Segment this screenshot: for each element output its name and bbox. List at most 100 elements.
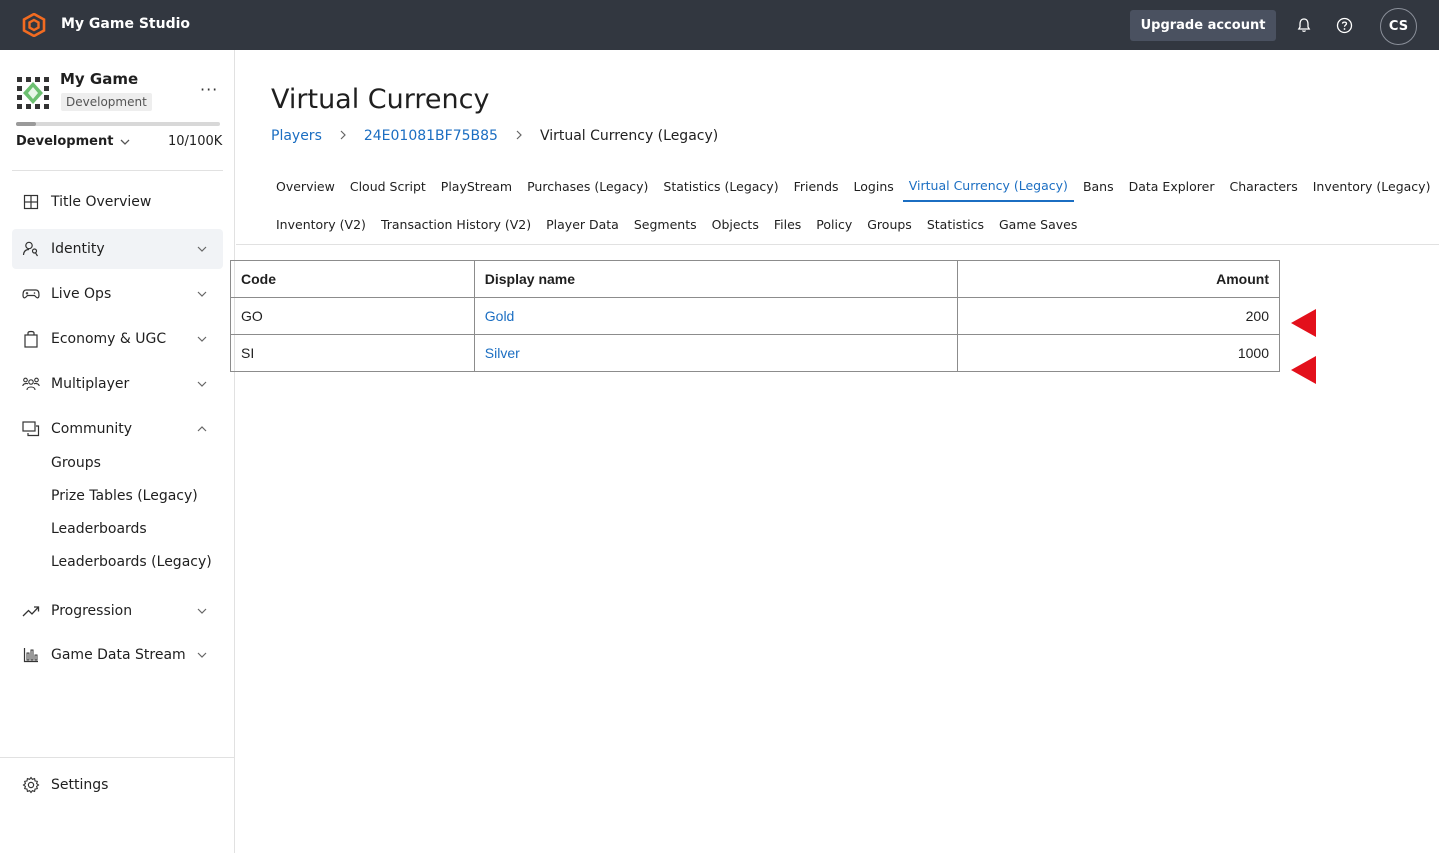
breadcrumb-players-link[interactable]: Players bbox=[271, 128, 322, 144]
sidebar-item-label: Title Overview bbox=[51, 194, 152, 210]
tab-inventory-v2[interactable]: Inventory (V2) bbox=[270, 208, 372, 240]
player-tabs-row-1: Overview Cloud Script PlayStream Purchas… bbox=[270, 170, 1439, 202]
sidebar-item-progression[interactable]: Progression bbox=[12, 591, 223, 631]
tab-overview[interactable]: Overview bbox=[270, 170, 341, 202]
sidebar-item-label: Settings bbox=[51, 777, 109, 793]
sidebar-item-community[interactable]: Community bbox=[12, 409, 223, 449]
currency-name-link[interactable]: Silver bbox=[485, 345, 520, 361]
usage-progress-fill bbox=[16, 122, 37, 126]
gear-icon bbox=[22, 776, 40, 794]
tab-player-data[interactable]: Player Data bbox=[540, 208, 625, 240]
table-header-row: Code Display name Amount bbox=[230, 260, 1280, 298]
table-row: GO Gold 200 bbox=[230, 297, 1280, 335]
breadcrumb: Players 24E01081BF75B85 Virtual Currency… bbox=[271, 128, 718, 144]
sidebar-item-label: Economy & UGC bbox=[51, 331, 167, 347]
sidebar-item-identity[interactable]: Identity bbox=[12, 229, 223, 269]
sidebar: My Game Development ··· Development 10/1… bbox=[0, 50, 235, 853]
upgrade-account-button[interactable]: Upgrade account bbox=[1130, 10, 1276, 41]
tab-cloud-script[interactable]: Cloud Script bbox=[344, 170, 432, 202]
shopping-bag-icon bbox=[22, 330, 40, 348]
currency-name-link[interactable]: Gold bbox=[485, 308, 515, 324]
tab-segments[interactable]: Segments bbox=[628, 208, 703, 240]
person-key-icon bbox=[22, 240, 40, 258]
tab-game-saves[interactable]: Game Saves bbox=[993, 208, 1083, 240]
sidebar-item-label: Game Data Stream bbox=[51, 647, 186, 663]
environment-select[interactable]: Development bbox=[16, 134, 131, 149]
annotation-arrow-marker bbox=[1291, 356, 1316, 384]
virtual-currency-table: Code Display name Amount GO Gold 200 SI … bbox=[230, 260, 1280, 372]
sidebar-subitem-groups[interactable]: Groups bbox=[51, 455, 101, 471]
column-header-amount: Amount bbox=[957, 260, 1280, 298]
sidebar-item-multiplayer[interactable]: Multiplayer bbox=[12, 364, 223, 404]
sidebar-subitem-leaderboards[interactable]: Leaderboards bbox=[51, 521, 147, 537]
sidebar-item-label: Progression bbox=[51, 603, 133, 619]
people-icon bbox=[22, 375, 40, 393]
tab-inventory-legacy[interactable]: Inventory (Legacy) bbox=[1307, 170, 1437, 202]
tab-data-explorer[interactable]: Data Explorer bbox=[1123, 170, 1221, 202]
tab-virtual-currency-legacy[interactable]: Virtual Currency (Legacy) bbox=[902, 170, 1074, 202]
sidebar-item-game-data-stream[interactable]: Game Data Stream bbox=[12, 635, 223, 675]
chevron-down-icon bbox=[120, 139, 130, 145]
environment-badge: Development bbox=[61, 93, 152, 111]
tab-policy[interactable]: Policy bbox=[810, 208, 858, 240]
tab-transaction-history-v2[interactable]: Transaction History (V2) bbox=[375, 208, 537, 240]
chevron-down-icon bbox=[196, 605, 208, 617]
trend-up-icon bbox=[22, 602, 40, 620]
usage-progress-bar bbox=[16, 122, 220, 126]
top-bar: My Game Studio Upgrade account CS bbox=[0, 0, 1439, 50]
chevron-up-icon bbox=[196, 423, 208, 435]
environment-select-label: Development bbox=[16, 134, 114, 149]
player-tabs-row-2: Inventory (V2) Transaction History (V2) … bbox=[270, 208, 1086, 240]
sidebar-item-label: Community bbox=[51, 421, 133, 437]
studio-name[interactable]: My Game Studio bbox=[61, 16, 190, 32]
bell-icon[interactable] bbox=[1294, 15, 1314, 35]
sidebar-subitem-leaderboards-legacy[interactable]: Leaderboards (Legacy) bbox=[51, 554, 212, 570]
sidebar-item-settings[interactable]: Settings bbox=[12, 765, 223, 805]
tab-files[interactable]: Files bbox=[768, 208, 807, 240]
tab-statistics[interactable]: Statistics bbox=[921, 208, 990, 240]
sidebar-item-label: Identity bbox=[51, 241, 105, 257]
user-avatar[interactable]: CS bbox=[1380, 8, 1417, 45]
tab-objects[interactable]: Objects bbox=[706, 208, 765, 240]
chevron-right-icon bbox=[338, 129, 348, 143]
help-icon[interactable] bbox=[1334, 15, 1354, 35]
chat-screen-icon bbox=[22, 420, 40, 438]
table-row: SI Silver 1000 bbox=[230, 334, 1280, 372]
tab-friends[interactable]: Friends bbox=[788, 170, 845, 202]
chevron-down-icon bbox=[196, 243, 208, 255]
gamepad-icon bbox=[22, 285, 40, 303]
currency-name-cell: Silver bbox=[473, 334, 959, 372]
usage-count: 10/100K bbox=[168, 134, 223, 149]
playfab-logo-icon[interactable] bbox=[22, 12, 46, 38]
tabs-divider bbox=[236, 244, 1439, 245]
sidebar-item-live-ops[interactable]: Live Ops bbox=[12, 274, 223, 314]
tab-logins[interactable]: Logins bbox=[848, 170, 900, 202]
sidebar-item-economy[interactable]: Economy & UGC bbox=[12, 319, 223, 359]
tab-statistics-legacy[interactable]: Statistics (Legacy) bbox=[657, 170, 784, 202]
bar-chart-icon bbox=[22, 646, 40, 664]
currency-name-cell: Gold bbox=[473, 297, 959, 335]
tab-playstream[interactable]: PlayStream bbox=[435, 170, 518, 202]
chevron-down-icon bbox=[196, 649, 208, 661]
breadcrumb-player-id-link[interactable]: 24E01081BF75B85 bbox=[364, 128, 498, 144]
currency-code-cell: SI bbox=[230, 334, 475, 372]
more-options-icon[interactable]: ··· bbox=[200, 80, 218, 99]
tab-purchases-legacy[interactable]: Purchases (Legacy) bbox=[521, 170, 654, 202]
tab-groups[interactable]: Groups bbox=[861, 208, 918, 240]
game-name: My Game bbox=[60, 70, 139, 88]
game-logo-icon bbox=[16, 76, 50, 110]
tab-characters[interactable]: Characters bbox=[1223, 170, 1303, 202]
sidebar-item-title-overview[interactable]: Title Overview bbox=[12, 182, 223, 222]
annotation-arrow-marker bbox=[1291, 309, 1316, 337]
column-header-code: Code bbox=[230, 260, 475, 298]
tab-bans[interactable]: Bans bbox=[1077, 170, 1120, 202]
chevron-down-icon bbox=[196, 288, 208, 300]
page-title: Virtual Currency bbox=[271, 84, 490, 115]
grid-icon bbox=[22, 193, 40, 211]
sidebar-divider bbox=[12, 170, 223, 171]
sidebar-subitem-prize-tables[interactable]: Prize Tables (Legacy) bbox=[51, 488, 198, 504]
chevron-down-icon bbox=[196, 333, 208, 345]
sidebar-item-label: Live Ops bbox=[51, 286, 112, 302]
chevron-down-icon bbox=[196, 378, 208, 390]
currency-code-cell: GO bbox=[230, 297, 475, 335]
